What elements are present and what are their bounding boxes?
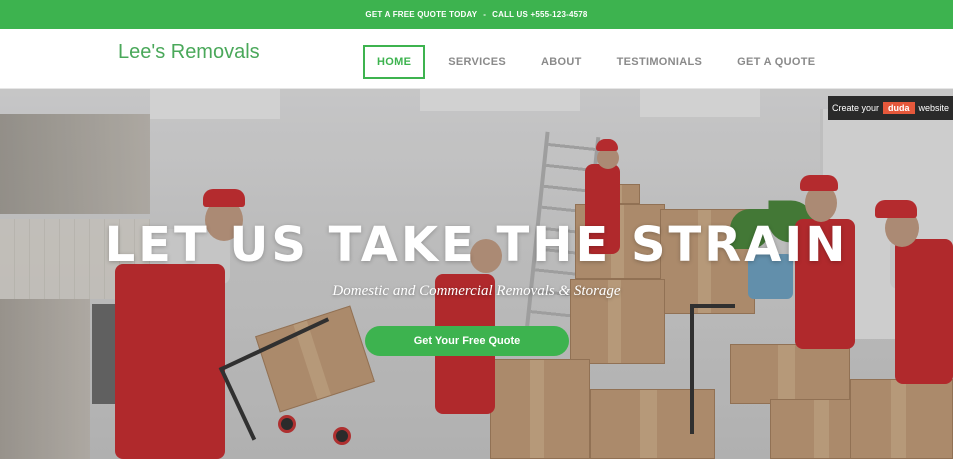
free-quote-text[interactable]: GET A FREE QUOTE TODAY <box>365 10 477 19</box>
brand-logo-text[interactable]: Lee's Removals <box>118 41 260 64</box>
nav-get-a-quote[interactable]: GET A QUOTE <box>725 45 827 79</box>
badge-suffix: website <box>918 103 950 113</box>
nav-home[interactable]: HOME <box>363 45 426 79</box>
hero-subtitle: Domestic and Commercial Removals & Stora… <box>332 283 621 299</box>
hero-overlay <box>0 89 953 459</box>
free-quote-button[interactable]: Get Your Free Quote <box>365 326 569 356</box>
nav-about[interactable]: ABOUT <box>529 45 594 79</box>
main-nav: HOME SERVICES ABOUT TESTIMONIALS GET A Q… <box>363 45 838 79</box>
hero-title: LET US TAKE THE STRAIN <box>104 217 849 273</box>
phone-text[interactable]: CALL US +555-123-4578 <box>492 10 587 19</box>
site-header: Lee's Removals HOME SERVICES ABOUT TESTI… <box>0 29 953 89</box>
topbar-separator: - <box>483 10 487 19</box>
hero-section: LET US TAKE THE STRAIN Domestic and Comm… <box>0 89 953 459</box>
nav-testimonials[interactable]: TESTIMONIALS <box>605 45 715 79</box>
top-announcement-bar: GET A FREE QUOTE TODAY - CALL US +555-12… <box>0 0 953 29</box>
duda-logo-icon: duda <box>883 102 915 114</box>
create-website-badge[interactable]: Create your duda website <box>828 96 953 120</box>
nav-services[interactable]: SERVICES <box>436 45 518 79</box>
badge-prefix: Create your <box>831 103 879 113</box>
